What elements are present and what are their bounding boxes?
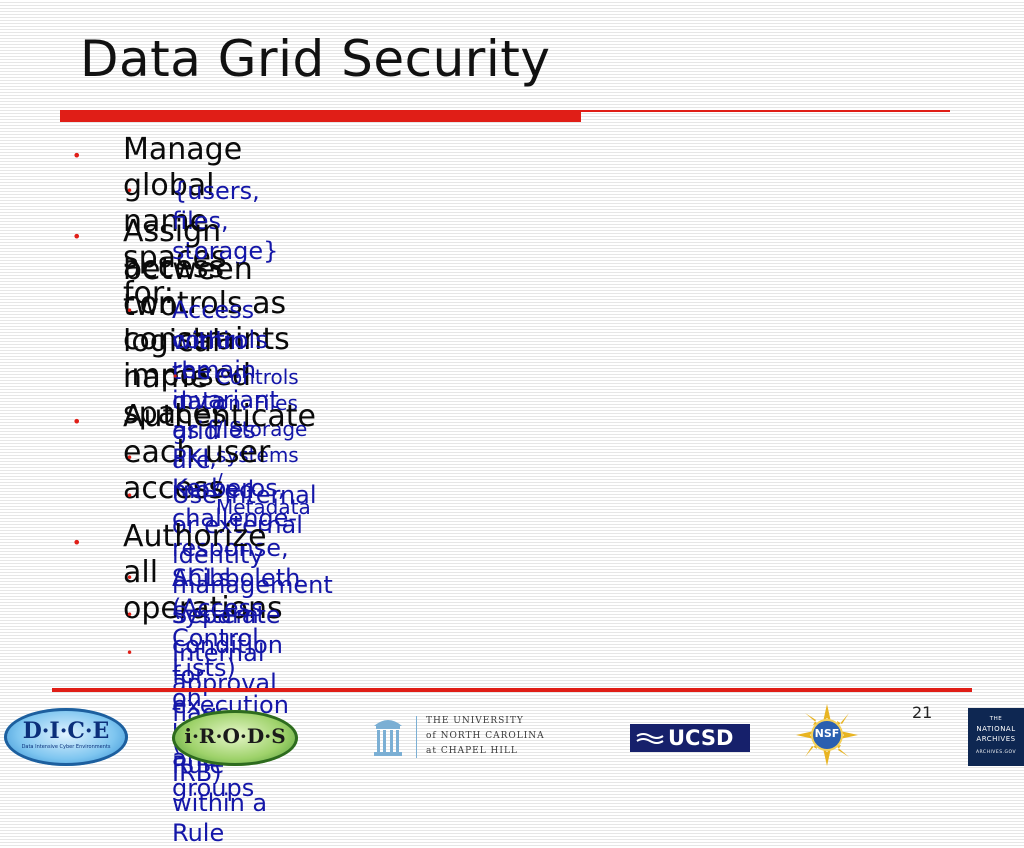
title-underline-thick bbox=[60, 110, 581, 122]
bullet-marker: • bbox=[126, 646, 134, 660]
bullet-marker: • bbox=[172, 370, 179, 383]
bullet-marker: • bbox=[126, 304, 134, 318]
archives-line4: ARCHIVES.GOV bbox=[975, 750, 1017, 755]
irods-logo: i·R·O·D·S bbox=[172, 710, 298, 766]
dice-logo-text: D·I·C·E bbox=[22, 718, 110, 744]
ucsd-wave-icon bbox=[636, 733, 664, 744]
old-well-icon bbox=[374, 720, 402, 756]
bullet-marker: • bbox=[126, 571, 134, 585]
national-archives-logo: THE NATIONAL ARCHIVES ARCHIVES.GOV bbox=[968, 708, 1024, 766]
bullet-marker: • bbox=[126, 489, 134, 503]
irods-logo-text: i·R·O·D·S bbox=[184, 724, 286, 748]
footer-divider bbox=[52, 688, 972, 692]
slide-title: Data Grid Security bbox=[80, 30, 551, 88]
bullet-marker: • bbox=[72, 146, 82, 165]
dice-logo: D·I·C·E Data Intensive Cyber Environment… bbox=[4, 708, 128, 766]
archives-line2: NATIONAL bbox=[976, 725, 1016, 733]
ucsd-logo: UCSD bbox=[630, 724, 750, 752]
bullet-marker: • bbox=[72, 533, 82, 552]
bullet-marker: • bbox=[126, 608, 134, 622]
archives-line1: THE bbox=[989, 716, 1003, 722]
unc-logo-line2: of NORTH CAROLINA bbox=[426, 731, 545, 741]
unc-logo-line3: at CHAPEL HILL bbox=[426, 746, 518, 756]
title-underline-thin bbox=[581, 110, 950, 112]
bullet-marker: • bbox=[126, 451, 134, 465]
nsf-logo-text: NSF bbox=[814, 727, 840, 740]
nsf-logo: NSF bbox=[796, 704, 858, 766]
bullet-marker: • bbox=[72, 412, 82, 431]
archives-line3: ARCHIVES bbox=[976, 735, 1016, 743]
page-number: 21 bbox=[912, 703, 933, 722]
dice-logo-subtext: Data Intensive Cyber Environments bbox=[21, 744, 111, 750]
ucsd-logo-text: UCSD bbox=[668, 726, 734, 750]
unc-logo: THE UNIVERSITY of NORTH CAROLINA at CHAP… bbox=[366, 708, 556, 764]
bullet-marker: • bbox=[126, 184, 134, 198]
unc-logo-divider bbox=[416, 716, 417, 758]
bullet-marker: • bbox=[72, 227, 82, 246]
unc-logo-line1: THE UNIVERSITY bbox=[426, 716, 524, 726]
